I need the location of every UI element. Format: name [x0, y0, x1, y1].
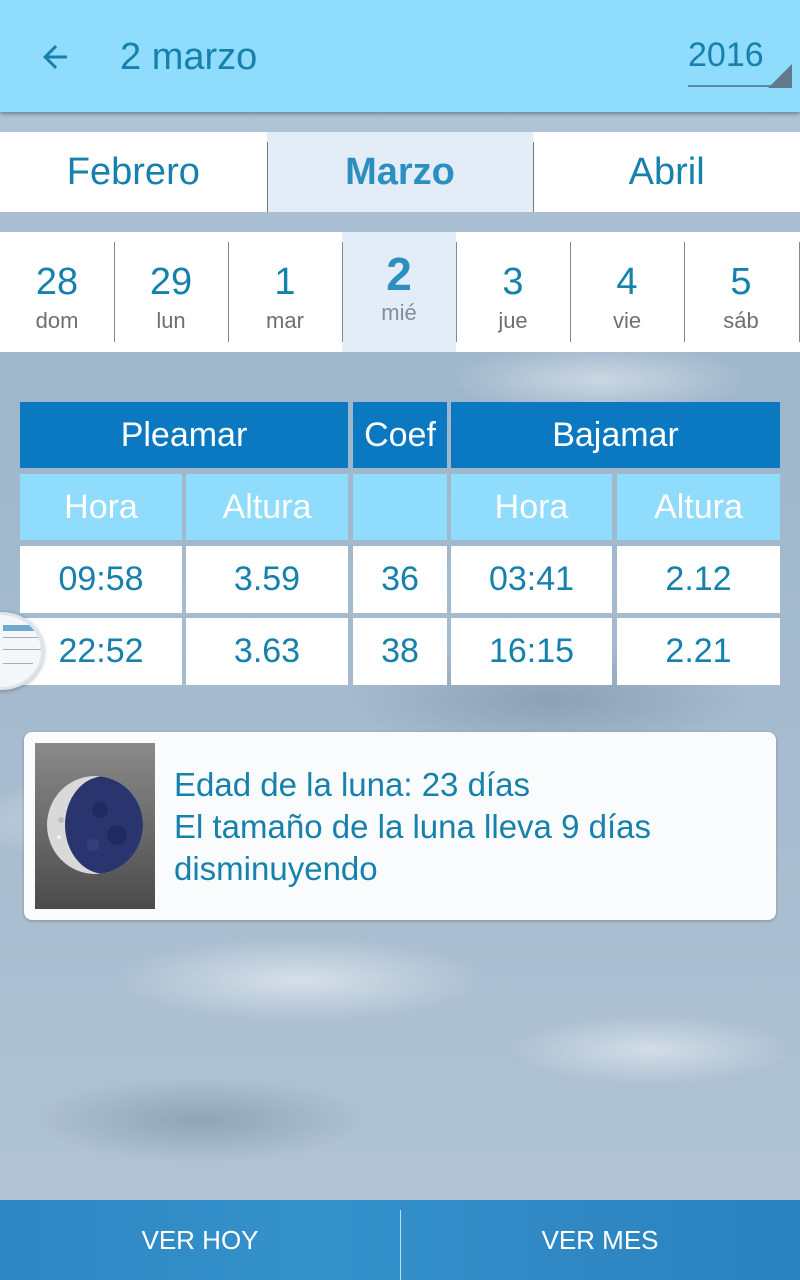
table-cell-coef: 36	[353, 546, 447, 613]
widget-preview-line	[3, 637, 41, 638]
table-cell-bajamar-altura: 2.12	[617, 546, 780, 613]
day-of-week: dom	[35, 308, 79, 333]
moon-info-text: Edad de la luna: 23 días El tamaño de la…	[174, 764, 764, 890]
table-cell-bajamar-altura: 2.21	[617, 618, 780, 685]
day-of-week: vie	[612, 308, 642, 333]
view-month-button[interactable]: VER MES	[400, 1200, 800, 1280]
day-item[interactable]: 5 sáb	[684, 232, 800, 352]
day-number: 4	[616, 261, 638, 303]
widget-preview-line	[3, 663, 33, 664]
dropdown-triangle-icon	[768, 64, 792, 88]
table-cell-pleamar-hora: 09:58	[20, 546, 182, 613]
widget-preview-line	[3, 649, 41, 650]
month-selector: Febrero Marzo Abril	[0, 132, 800, 212]
header-coef: Coef	[353, 402, 447, 468]
moon-trend: El tamaño de la luna lleva 9 días	[174, 808, 651, 845]
year-value: 2016	[688, 36, 764, 74]
table-cell-coef: 38	[353, 618, 447, 685]
day-item-selected[interactable]: 2 mié	[342, 232, 456, 352]
moon-age: Edad de la luna: 23 días	[174, 766, 530, 803]
widget-preview-header	[3, 625, 41, 631]
header-pleamar: Pleamar	[20, 402, 348, 468]
day-item[interactable]: 4 vie	[570, 232, 684, 352]
day-of-week: lun	[156, 308, 186, 333]
app-bar: 2 marzo 2016	[0, 0, 800, 112]
bottom-action-bar: VER HOY VER MES	[0, 1200, 800, 1280]
table-cell-pleamar-hora: 22:52	[20, 618, 182, 685]
day-of-week: sáb	[723, 308, 759, 333]
day-item[interactable]: 1 mar	[228, 232, 342, 352]
day-number: 1	[274, 261, 296, 303]
day-number: 2	[386, 248, 412, 300]
view-today-button[interactable]: VER HOY	[0, 1200, 400, 1280]
moon-phase-icon	[47, 776, 143, 874]
month-tab-marzo[interactable]: Marzo	[266, 132, 534, 212]
subheader-coef	[353, 474, 447, 540]
subheader-bajamar-hora: Hora	[451, 474, 612, 540]
month-tab-febrero[interactable]: Febrero	[0, 132, 267, 212]
subheader-pleamar-altura: Altura	[186, 474, 348, 540]
table-cell-bajamar-hora: 16:15	[451, 618, 612, 685]
day-number: 3	[502, 261, 524, 303]
arrow-left-icon	[43, 45, 67, 69]
header-bajamar: Bajamar	[451, 402, 780, 468]
moon-phase-image	[35, 743, 155, 909]
subheader-bajamar-altura: Altura	[617, 474, 780, 540]
page-title: 2 marzo	[120, 36, 258, 78]
day-of-week: jue	[498, 308, 528, 333]
day-item[interactable]: 28 dom	[0, 232, 114, 352]
day-of-week: mié	[381, 300, 417, 325]
day-number: 28	[35, 261, 79, 303]
day-number: 5	[730, 261, 752, 303]
day-item[interactable]: 29 lun	[114, 232, 228, 352]
table-cell-bajamar-hora: 03:41	[451, 546, 612, 613]
day-number: 29	[149, 261, 193, 303]
year-dropdown[interactable]: 2016	[688, 30, 792, 88]
day-item[interactable]: 3 jue	[456, 232, 570, 352]
day-selector: 28 dom 29 lun 1 mar 2 mié 3 jue 4 vie 5 …	[0, 232, 800, 352]
month-tab-abril[interactable]: Abril	[533, 132, 800, 212]
table-cell-pleamar-altura: 3.59	[186, 546, 348, 613]
table-cell-pleamar-altura: 3.63	[186, 618, 348, 685]
moon-trend-cont: disminuyendo	[174, 850, 378, 887]
day-of-week: mar	[266, 308, 304, 333]
subheader-pleamar-hora: Hora	[20, 474, 182, 540]
back-button[interactable]	[30, 32, 80, 82]
moon-info-card: Edad de la luna: 23 días El tamaño de la…	[24, 732, 776, 920]
